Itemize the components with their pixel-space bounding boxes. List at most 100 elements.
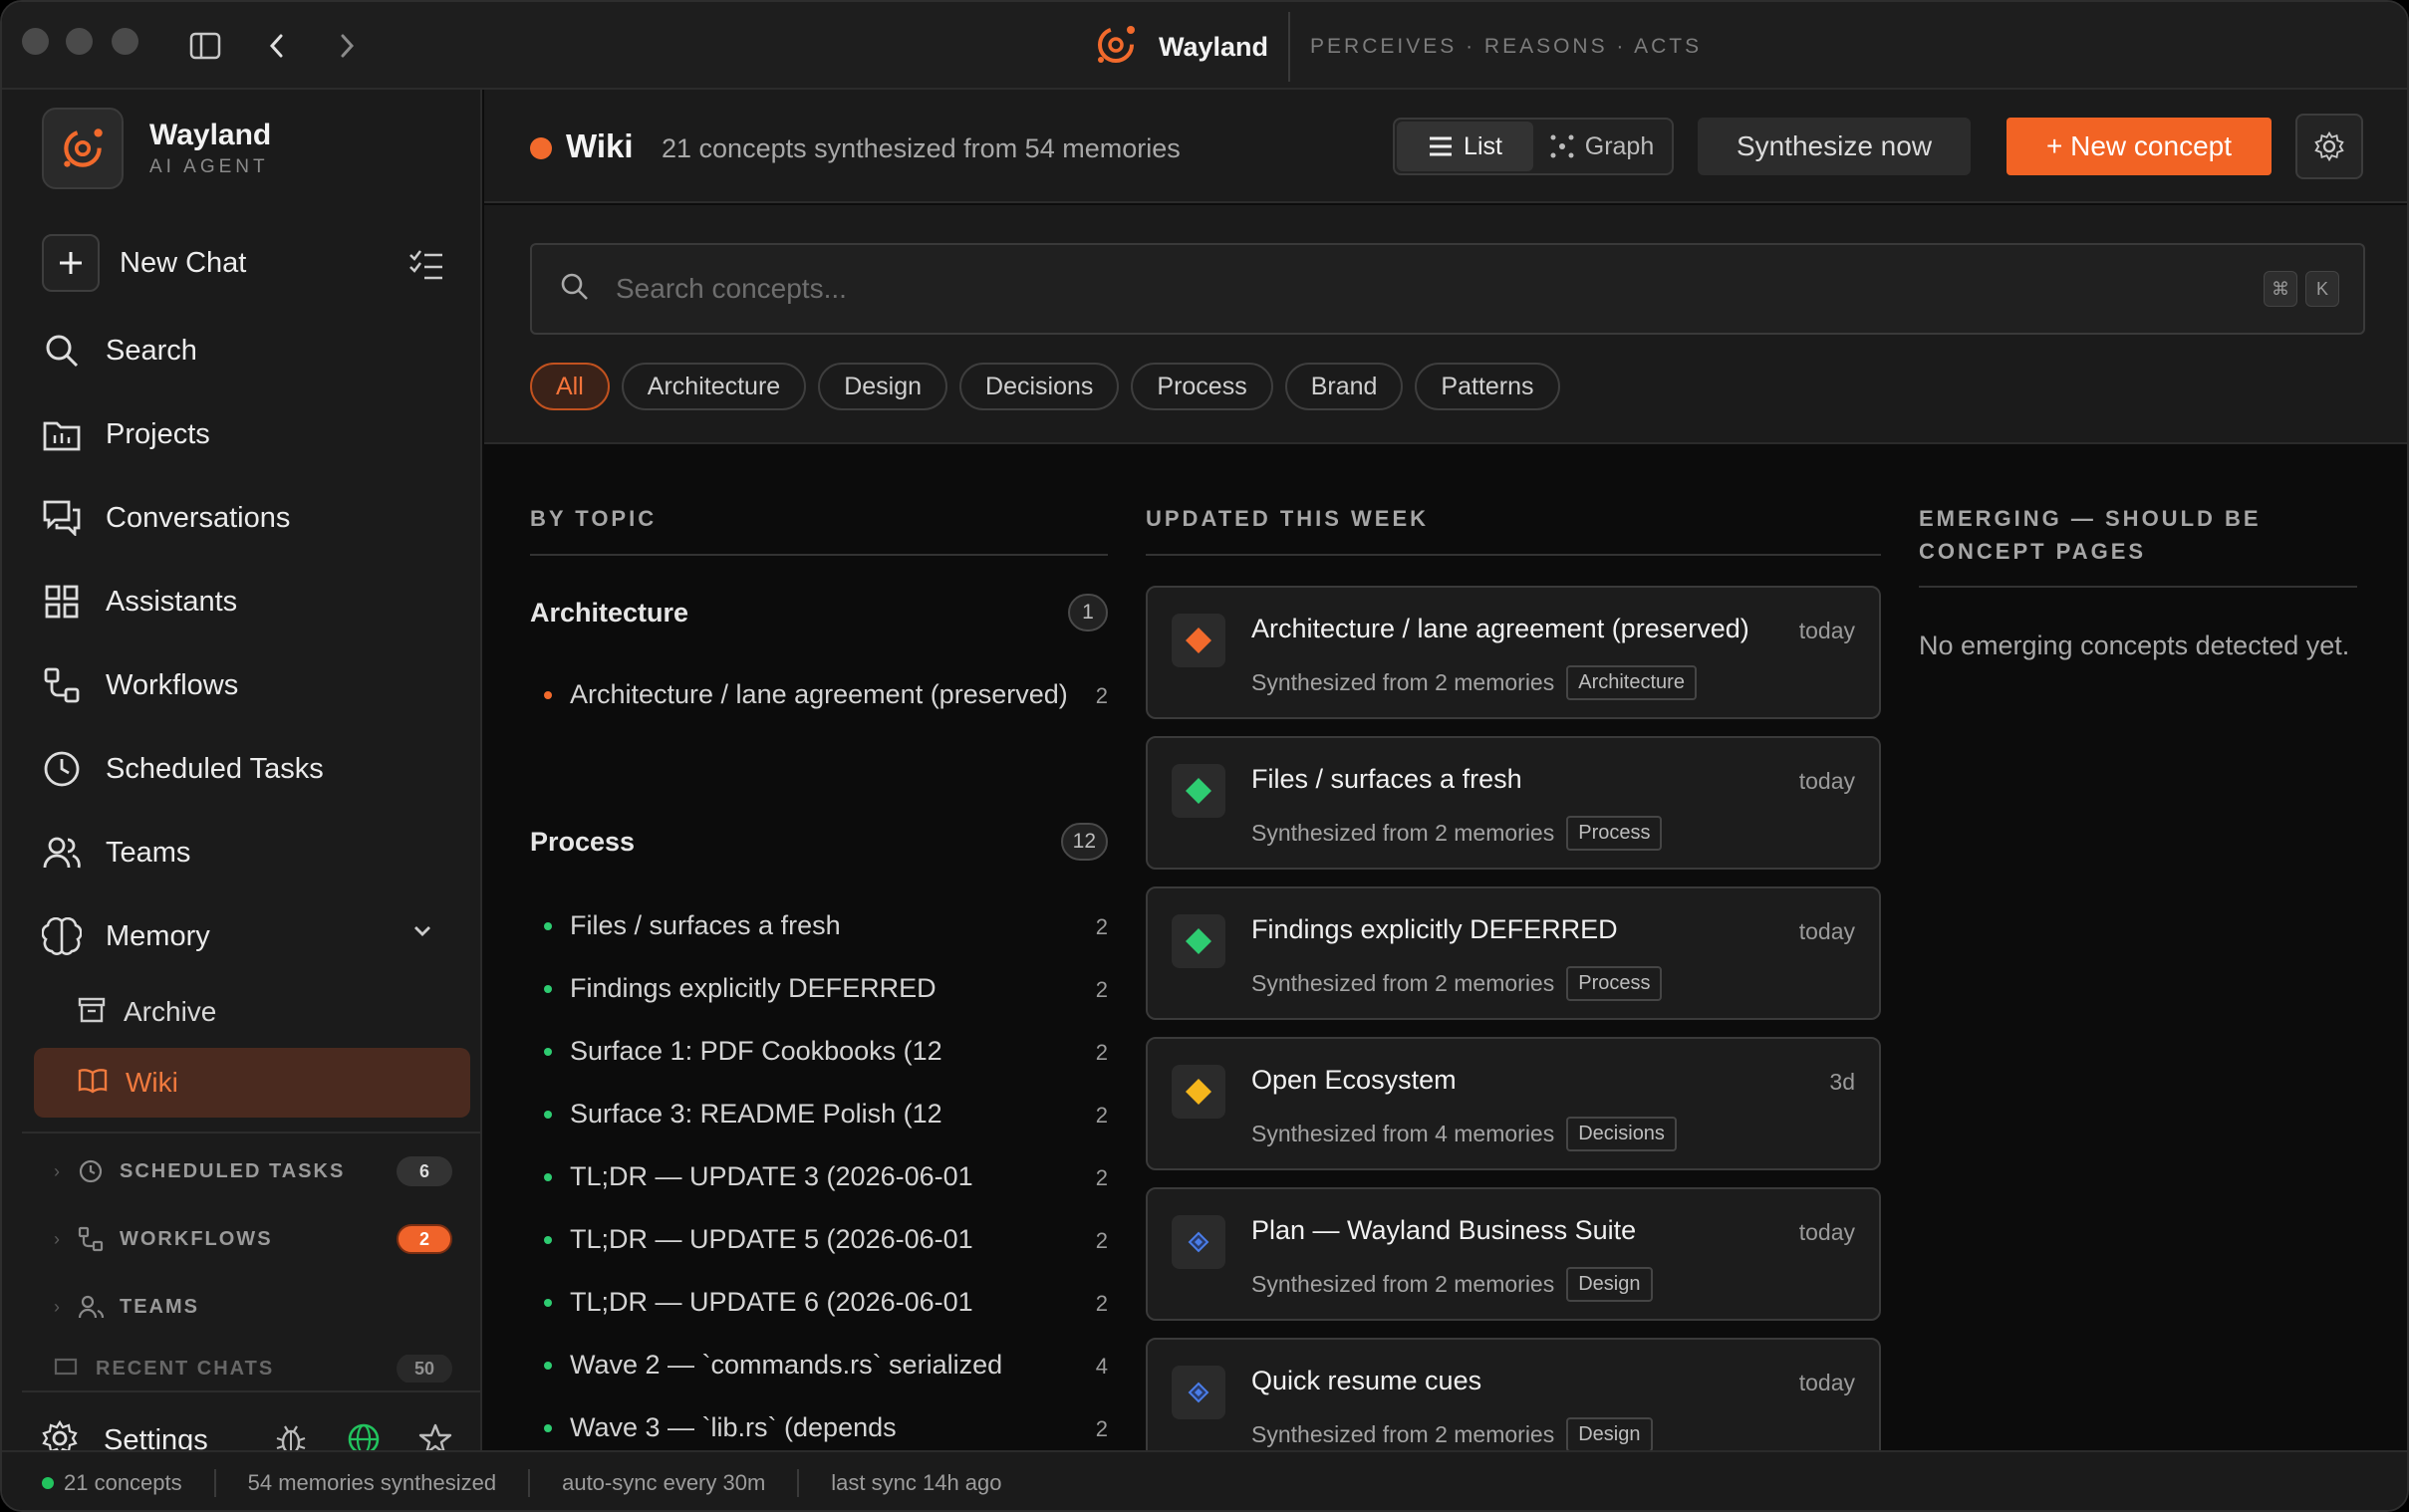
synthesize-now-button[interactable]: Synthesize now	[1698, 118, 1971, 175]
concept-title: Plan — Wayland Business Suite	[1251, 1215, 1637, 1245]
status-divider	[797, 1469, 800, 1497]
sidebar-item-assistants[interactable]: Assistants	[42, 572, 460, 631]
sidebar-item-scheduled-tasks[interactable]: Scheduled Tasks	[42, 739, 460, 799]
topic-architecture[interactable]: Architecture 1	[530, 594, 1108, 631]
filter-chip-brand[interactable]: Brand	[1284, 363, 1404, 410]
section-scheduled-tasks[interactable]: › SCHEDULED TASKS 6	[54, 1151, 452, 1191]
back-icon[interactable]	[259, 28, 295, 64]
concept-card[interactable]: Open Ecosystem 3d Synthesized from 4 mem…	[1146, 1037, 1881, 1170]
title-divider	[1288, 12, 1291, 82]
topic-item[interactable]: Wave 2 — `commands.rs` serialized 4	[544, 1346, 1108, 1385]
close-window-button[interactable]	[22, 28, 49, 55]
topic-item-count: 2	[1095, 977, 1108, 1002]
status-last-sync: last sync 14h ago	[831, 1470, 1002, 1495]
concept-card[interactable]: Architecture / lane agreement (preserved…	[1146, 586, 1881, 719]
filter-chip-decisions[interactable]: Decisions	[959, 363, 1120, 410]
chevron-down-icon[interactable]	[412, 924, 432, 943]
brand-logo-icon	[42, 108, 124, 189]
wiki-settings-button[interactable]	[2295, 114, 2363, 179]
topic-item[interactable]: Findings explicitly DEFERRED 2	[544, 969, 1108, 1008]
wiki-header: Wiki 21 concepts synthesized from 54 mem…	[484, 90, 2407, 203]
topic-item-title: Architecture / lane agreement (preserved…	[570, 679, 1068, 709]
view-list-button[interactable]: List	[1397, 122, 1533, 171]
topic-item-title: Wave 2 — `commands.rs` serialized	[570, 1350, 1003, 1380]
sidebar-item-search[interactable]: Search	[42, 321, 460, 380]
topic-item-title: TL;DR — UPDATE 5 (2026-06-01	[570, 1224, 973, 1254]
topic-process[interactable]: Process 12	[530, 823, 1108, 861]
minimize-window-button[interactable]	[66, 28, 93, 55]
topic-item[interactable]: TL;DR — UPDATE 5 (2026-06-01 2	[544, 1220, 1108, 1259]
shortcut-cmd-key: ⌘	[2264, 271, 2297, 307]
topic-item[interactable]: TL;DR — UPDATE 3 (2026-06-01 2	[544, 1157, 1108, 1196]
section-workflows[interactable]: › WORKFLOWS 2	[54, 1219, 452, 1259]
sidebar-item-archive[interactable]: Archive	[78, 984, 216, 1040]
shortcut-k-key: K	[2305, 271, 2339, 307]
concept-card[interactable]: Files / surfaces a fresh today Synthesiz…	[1146, 736, 1881, 870]
section-recent-chats[interactable]: RECENT CHATS 50	[54, 1355, 452, 1383]
filter-chip-patterns[interactable]: Patterns	[1415, 363, 1560, 410]
count-badge: 2	[397, 1224, 452, 1254]
search-input[interactable]	[616, 273, 2264, 305]
topic-item-title: Files / surfaces a fresh	[570, 910, 841, 940]
topic-item[interactable]: TL;DR — UPDATE 6 (2026-06-01 2	[544, 1283, 1108, 1322]
column-divider	[530, 554, 1108, 556]
topic-dot	[544, 922, 552, 930]
topic-item[interactable]: Files / surfaces a fresh 2	[544, 906, 1108, 945]
sidebar-item-label: Search	[106, 334, 197, 367]
status-divider	[528, 1469, 531, 1497]
sidebar-item-workflows[interactable]: Workflows	[42, 655, 460, 715]
sidebar-item-teams[interactable]: Teams	[42, 823, 460, 882]
sidebar-toggle-icon[interactable]	[187, 28, 223, 64]
concept-title: Quick resume cues	[1251, 1366, 1482, 1395]
topic-item[interactable]: Surface 1: PDF Cookbooks (12 2	[544, 1032, 1108, 1071]
filter-chip-architecture[interactable]: Architecture	[621, 363, 807, 410]
view-graph-button[interactable]: Graph	[1533, 122, 1670, 171]
concept-updated-time: today	[1798, 918, 1855, 944]
concept-card[interactable]: Quick resume cues today Synthesized from…	[1146, 1338, 1881, 1450]
sidebar-item-label: Workflows	[106, 668, 239, 701]
new-concept-button[interactable]: + New concept	[2007, 118, 2272, 175]
filter-chip-design[interactable]: Design	[818, 363, 948, 410]
diamond-icon	[1172, 1065, 1225, 1119]
sidebar-item-label: Conversations	[106, 501, 291, 534]
sidebar-item-projects[interactable]: Projects	[42, 404, 460, 464]
topic-item-count: 2	[1095, 1416, 1108, 1441]
topic-item-title: Findings explicitly DEFERRED	[570, 973, 937, 1003]
concept-card[interactable]: Plan — Wayland Business Suite today Synt…	[1146, 1187, 1881, 1321]
topic-item[interactable]: Architecture / lane agreement (preserved…	[544, 675, 1108, 714]
chevron-right-icon: ›	[54, 1296, 60, 1317]
topic-item[interactable]: Surface 3: README Polish (12 2	[544, 1095, 1108, 1134]
new-chat-button[interactable]: New Chat	[42, 233, 460, 293]
topic-item[interactable]: Wave 3 — `lib.rs` (depends 2	[544, 1408, 1108, 1447]
title-center: Wayland PERCEIVES · REASONS · ACTS	[1091, 12, 1702, 82]
topic-dot	[544, 1299, 552, 1307]
sidebar-item-conversations[interactable]: Conversations	[42, 488, 460, 548]
chat-icon	[54, 1358, 86, 1380]
sync-status-dot	[42, 1477, 54, 1489]
topic-dot	[544, 1362, 552, 1370]
view-toggle: List Graph	[1393, 118, 1674, 175]
section-label: SCHEDULED TASKS	[120, 1159, 346, 1182]
brand-name: Wayland	[149, 119, 272, 151]
topic-item-count: 2	[1095, 1291, 1108, 1316]
folder-icon	[42, 414, 82, 454]
filter-bar: ⌘ K All Architecture Design Decisions Pr…	[484, 205, 2407, 444]
sidebar-item-wiki[interactable]: Wiki	[34, 1048, 470, 1118]
column-divider	[1919, 586, 2357, 588]
topic-dot	[544, 1424, 552, 1432]
concept-title: Architecture / lane agreement (preserved…	[1251, 614, 1749, 643]
filter-chip-all[interactable]: All	[530, 363, 610, 410]
sidebar-item-label: Projects	[106, 417, 210, 450]
zoom-window-button[interactable]	[112, 28, 138, 55]
section-teams[interactable]: › TEAMS	[54, 1287, 452, 1327]
checklist-icon[interactable]	[408, 247, 444, 283]
forward-icon[interactable]	[329, 28, 365, 64]
sidebar-item-label: Scheduled Tasks	[106, 752, 324, 785]
sidebar-divider	[22, 1390, 480, 1392]
status-memories: 54 memories synthesized	[247, 1470, 497, 1495]
filter-chip-process[interactable]: Process	[1131, 363, 1273, 410]
sidebar-item-memory[interactable]: Memory	[42, 906, 460, 966]
concept-card[interactable]: Findings explicitly DEFERRED today Synth…	[1146, 886, 1881, 1020]
topic-count-badge: 12	[1060, 823, 1108, 861]
diamond-icon	[1172, 1215, 1225, 1269]
